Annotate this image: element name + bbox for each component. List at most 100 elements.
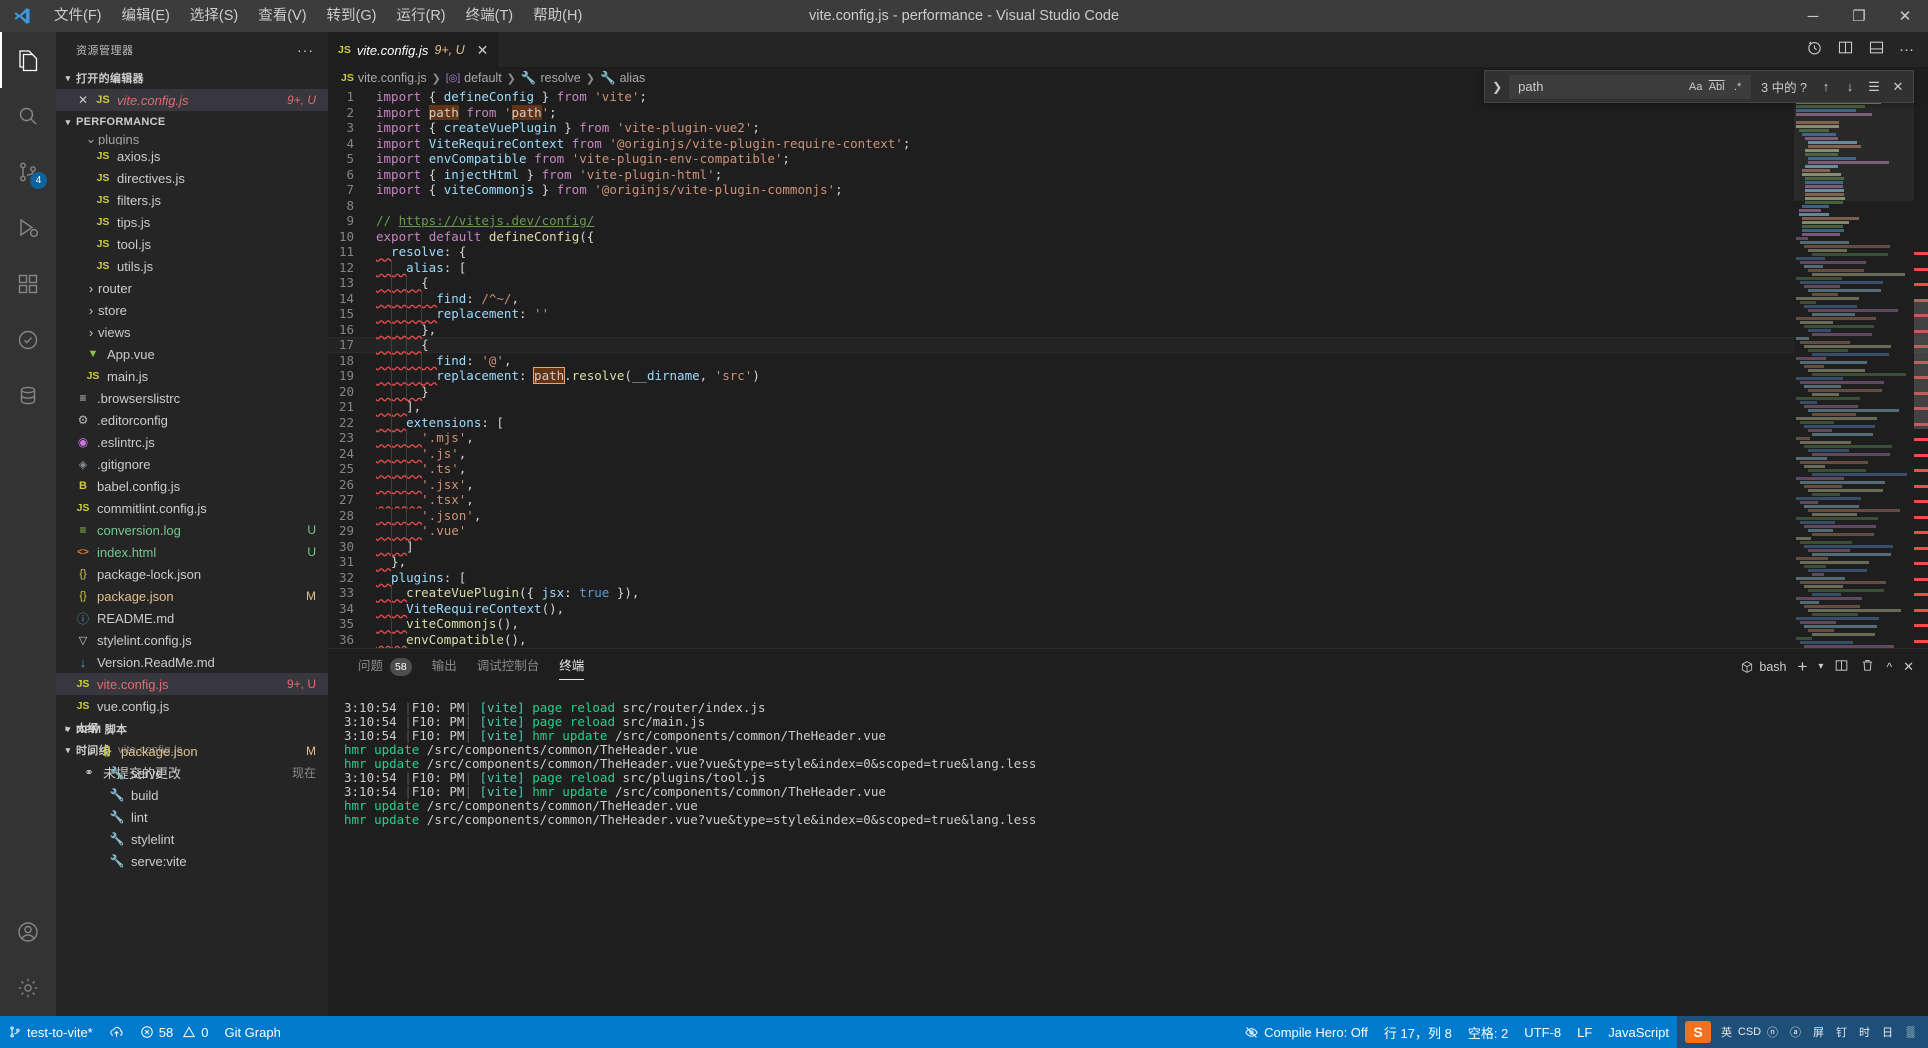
tree-item-store[interactable]: › store (56, 299, 328, 321)
code-line-10[interactable]: 10 export default defineConfig({ (328, 229, 1928, 245)
editor-tab-vite-config[interactable]: JS vite.config.js 9+, U ✕ (328, 32, 500, 67)
tree-item-version-readme-md[interactable]: ↓ Version.ReadMe.md (56, 651, 328, 673)
menu-go[interactable]: 转到(G) (317, 0, 387, 32)
tree-item-main-js[interactable]: JS main.js (56, 365, 328, 387)
code-line-27[interactable]: 27 '.tsx', (328, 492, 1928, 508)
editor-scrollbar[interactable] (1914, 89, 1928, 675)
activity-settings[interactable] (0, 960, 56, 1016)
tree-item-package-lock-json[interactable]: {} package-lock.json (56, 563, 328, 585)
minimize-button[interactable]: ─ (1790, 0, 1836, 32)
tray-icon[interactable]: 钉 (1832, 1023, 1851, 1042)
status-eol[interactable]: LF (1569, 1016, 1600, 1048)
scrollbar-thumb[interactable] (1914, 299, 1928, 429)
tree-item-babel-config-js[interactable]: Bbabel.config.js (56, 475, 328, 497)
status-indentation[interactable]: 空格: 2 (1460, 1016, 1516, 1048)
breadcrumb-file[interactable]: JS vite.config.js (341, 71, 427, 85)
tray-icon[interactable]: ▒ (1901, 1023, 1920, 1042)
status-sync[interactable] (101, 1016, 132, 1048)
code-line-29[interactable]: 29 '.vue' (328, 523, 1928, 539)
activity-account[interactable] (0, 904, 56, 960)
code-line-11[interactable]: 11 resolve: { (328, 244, 1928, 260)
menu-help[interactable]: 帮助(H) (523, 0, 592, 32)
status-encoding[interactable]: UTF-8 (1516, 1016, 1569, 1048)
maximize-panel-icon[interactable]: ^ (1886, 660, 1892, 674)
code-line-25[interactable]: 25 '.ts', (328, 461, 1928, 477)
code-line-17[interactable]: 17 { (328, 337, 1928, 353)
tray-icon[interactable]: 时 (1855, 1023, 1874, 1042)
code-line-20[interactable]: 20 } (328, 383, 1928, 400)
close-icon[interactable]: ✕ (471, 42, 489, 59)
tree-item-vue-config-js[interactable]: JS vue.config.js (56, 695, 328, 717)
section-open-editors[interactable]: ▾ 打开的编辑器 (56, 67, 328, 89)
menu-edit[interactable]: 编辑(E) (112, 0, 180, 32)
code-line-24[interactable]: 24 '.js', (328, 445, 1928, 462)
menu-view[interactable]: 查看(V) (248, 0, 316, 32)
tray-icon[interactable]: CSD (1738, 1023, 1761, 1042)
npm-script-serve[interactable]: 🔧 serve (56, 762, 328, 784)
status-problems[interactable]: 58 0 (132, 1016, 217, 1048)
activity-search[interactable] (0, 88, 56, 144)
sogou-ime-icon[interactable]: S (1685, 1021, 1711, 1043)
close-button[interactable]: ✕ (1882, 0, 1928, 32)
npm-script-build[interactable]: 🔧 build (56, 784, 328, 806)
tree-item-vite-config-js[interactable]: JS vite.config.js 9+, U (56, 673, 328, 695)
code-line-12[interactable]: 12 alias: [ (328, 259, 1928, 276)
tray-icon[interactable]: 屏 (1809, 1023, 1828, 1042)
code-line-9[interactable]: 9 // https://vitejs.dev/config/ (328, 213, 1928, 229)
code-line-16[interactable]: 16 }, (328, 321, 1928, 338)
menu-run[interactable]: 运行(R) (386, 0, 455, 32)
terminal-shell-selector[interactable]: bash (1740, 660, 1786, 674)
code-line-13[interactable]: 13 { (328, 275, 1928, 291)
maximize-button[interactable]: ❐ (1836, 0, 1882, 32)
code-editor[interactable]: 1 import { defineConfig } from 'vite'; 2 im… (328, 89, 1928, 675)
tree-item--eslintrc-js[interactable]: ◉ .eslintrc.js (56, 431, 328, 453)
menu-selection[interactable]: 选择(S) (180, 0, 248, 32)
code-line-36[interactable]: 36 envCompatible(), (328, 631, 1928, 648)
find-close-button[interactable]: ✕ (1887, 76, 1909, 98)
tray-icon[interactable]: ⓝ (1763, 1023, 1782, 1042)
tree-item-app-vue[interactable]: ▼ App.vue (56, 343, 328, 365)
close-panel-icon[interactable]: ✕ (1903, 659, 1914, 675)
tree-item--gitignore[interactable]: ◈ .gitignore (56, 453, 328, 475)
kill-terminal-icon[interactable] (1860, 658, 1875, 676)
code-line-28[interactable]: 28 '.json', (328, 507, 1928, 524)
code-line-6[interactable]: 6 import { injectHtml } from 'vite-plugin… (328, 167, 1928, 183)
code-line-31[interactable]: 31 }, (328, 554, 1928, 570)
code-line-8[interactable]: 8 (328, 198, 1928, 214)
toggle-replace-icon[interactable]: ❯ (1487, 80, 1507, 94)
status-git-graph[interactable]: Git Graph (216, 1016, 288, 1048)
tree-item-conversion-log[interactable]: ≡ conversion.log U (56, 519, 328, 541)
activity-testing[interactable] (0, 312, 56, 368)
tree-item-readme-md[interactable]: ⓘ README.md (56, 607, 328, 629)
status-compile-hero[interactable]: Compile Hero: Off (1236, 1016, 1376, 1048)
breadcrumb-symbol-resolve[interactable]: 🔧 resolve (521, 71, 581, 86)
find-widget[interactable]: ❯ path Aa Abl .* 3 中的 ? ↑ ↓ ☰ ✕ (1484, 70, 1914, 103)
tab-problems[interactable]: 问题 58 (348, 649, 422, 684)
tree-item-filters-js[interactable]: JS filters.js (56, 189, 328, 211)
tree-item-stylelint-config-js[interactable]: ▽ stylelint.config.js (56, 629, 328, 651)
close-icon[interactable]: ✕ (78, 93, 94, 107)
terminal-output[interactable]: 3:10:54 |F10: PM| [vite] page reload src… (328, 684, 1928, 827)
code-line-23[interactable]: 23 '.mjs', (328, 430, 1928, 446)
open-panel-icon[interactable] (1868, 39, 1885, 60)
activity-run-debug[interactable] (0, 200, 56, 256)
breadcrumb-symbol-default[interactable]: [◎] default (446, 71, 502, 85)
split-terminal-icon[interactable] (1834, 658, 1849, 676)
find-previous-button[interactable]: ↑ (1815, 76, 1837, 98)
tree-item-views[interactable]: › views (56, 321, 328, 343)
tree-item-commitlint-config-js[interactable]: JS commitlint.config.js (56, 497, 328, 519)
code-line-15[interactable]: 15 replacement: '' (328, 306, 1928, 322)
breadcrumb-symbol-alias[interactable]: 🔧 alias (600, 71, 645, 86)
section-npm-scripts[interactable]: ▾ NPM 脚本 (56, 718, 328, 740)
find-in-selection-button[interactable]: ☰ (1863, 76, 1885, 98)
code-line-33[interactable]: 33 createVuePlugin({ jsx: true }), (328, 585, 1928, 601)
tree-item-tool-js[interactable]: JS tool.js (56, 233, 328, 255)
tree-item-utils-js[interactable]: JS utils.js (56, 255, 328, 277)
activity-source-control[interactable]: 4 (0, 144, 56, 200)
code-line-32[interactable]: 32 plugins: [ (328, 570, 1928, 586)
code-line-7[interactable]: 7 import { viteCommonjs } from '@originjs… (328, 182, 1928, 198)
code-line-30[interactable]: 30 ] (328, 538, 1928, 555)
whole-word-icon[interactable]: Abl (1706, 77, 1727, 97)
split-editor-icon[interactable] (1837, 39, 1854, 60)
code-line-14[interactable]: 14 find: /^~/, (328, 290, 1928, 307)
